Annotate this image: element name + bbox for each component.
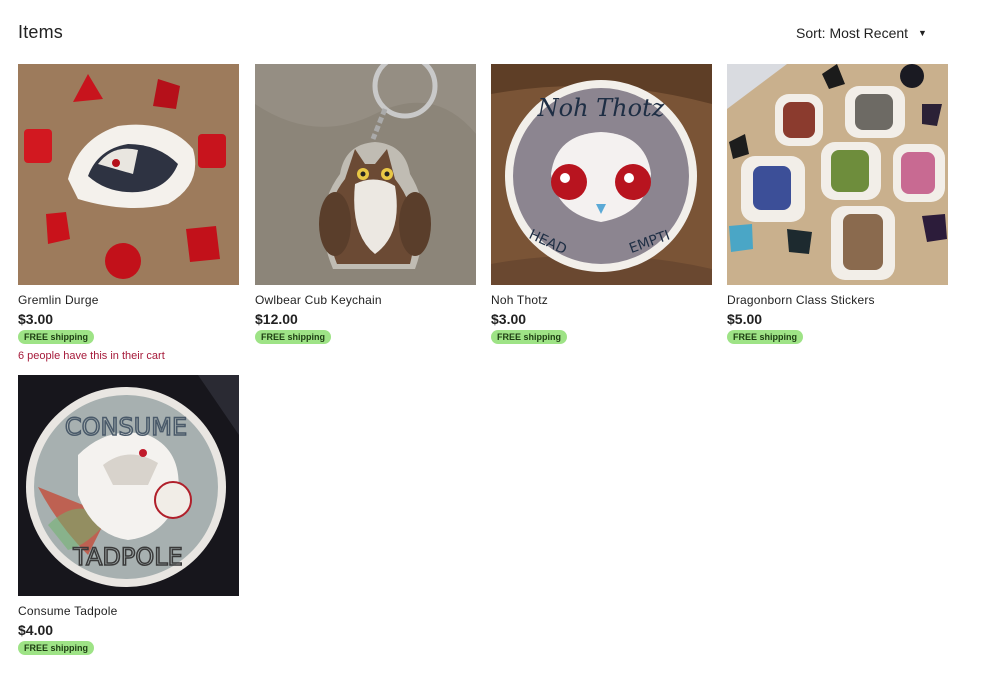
listing-price: $5.00 [727, 311, 763, 327]
listing-image-gremlin-durge[interactable] [18, 64, 239, 285]
free-shipping-badge: FREE shipping [255, 330, 331, 344]
free-shipping-badge: FREE shipping [491, 330, 567, 344]
listing-title[interactable]: Consume Tadpole [18, 604, 239, 618]
listing-price: $3.00 [491, 311, 527, 327]
sticker-text-top: Noh Thotz [537, 94, 665, 122]
listing-title[interactable]: Dragonborn Class Stickers [727, 293, 948, 307]
listing-title[interactable]: Noh Thotz [491, 293, 712, 307]
free-shipping-badge: FREE shipping [18, 641, 94, 655]
caret-down-icon: ▼ [918, 28, 927, 38]
listing-card[interactable]: CONSUME TADPOLE Consume Tadpole $4.00 FR… [18, 375, 239, 656]
listing-image-consume-tadpole[interactable]: CONSUME TADPOLE [18, 375, 239, 596]
listing-image-noh-thotz[interactable]: Noh Thotz HEAD EMPTI [491, 64, 712, 285]
sort-label: Sort: Most Recent [796, 25, 909, 41]
listing-title[interactable]: Gremlin Durge [18, 293, 239, 307]
listing-card[interactable]: Dragonborn Class Stickers $5.00 FREE shi… [727, 64, 948, 345]
free-shipping-badge: FREE shipping [18, 330, 94, 344]
sticker-text-bottom: TADPOLE [72, 543, 183, 571]
sticker-text-top: CONSUME [65, 413, 187, 441]
listing-card[interactable]: Owlbear Cub Keychain $12.00 FREE shippin… [255, 64, 476, 345]
listing-title[interactable]: Owlbear Cub Keychain [255, 293, 476, 307]
sort-dropdown[interactable]: Sort: Most Recent ▼ [796, 25, 927, 41]
listing-image-dragonborn-stickers[interactable] [727, 64, 948, 285]
listing-price: $4.00 [18, 622, 54, 638]
page-title: Items [18, 22, 64, 42]
cart-demand-note: 6 people have this in their cart [18, 350, 165, 362]
listing-card[interactable]: Gremlin Durge $3.00 FREE shipping 6 peop… [18, 64, 239, 363]
listing-price: $12.00 [255, 311, 298, 327]
free-shipping-badge: FREE shipping [727, 330, 803, 344]
listing-image-owlbear-keychain[interactable] [255, 64, 476, 285]
listing-price: $3.00 [18, 311, 54, 327]
listing-card[interactable]: Noh Thotz HEAD EMPTI Noh Thotz $3.00 FRE… [491, 64, 712, 345]
